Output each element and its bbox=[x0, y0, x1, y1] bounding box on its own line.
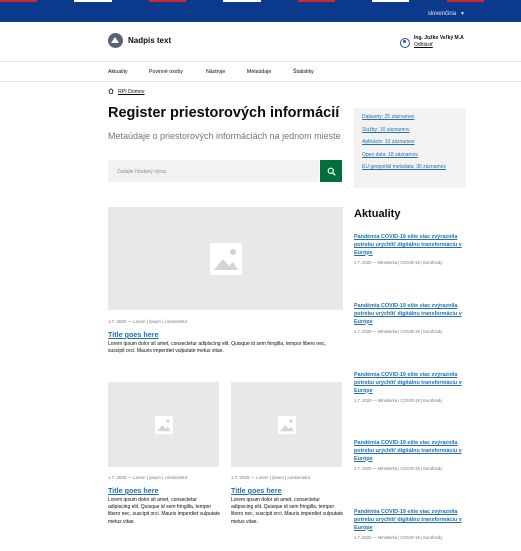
search-input[interactable] bbox=[108, 161, 319, 183]
page-title: Register priestorových informácií bbox=[108, 105, 340, 121]
search-box bbox=[108, 160, 319, 183]
site-header: Nadpis text Ing. Jožko Veľký M.A Odhlási… bbox=[0, 22, 521, 62]
news-item: Pandémia COVID-19 ešte viac zvýraznila p… bbox=[354, 372, 466, 404]
site-title[interactable]: Nadpis text bbox=[128, 36, 171, 45]
card-title-link[interactable]: Title goes here bbox=[108, 486, 159, 495]
news-meta: 1.7. 2020 — Ministerka | COVID-19 | Euro… bbox=[354, 398, 443, 404]
chevron-down-icon: ▼ bbox=[460, 11, 465, 17]
news-title-link[interactable]: Pandémia COVID-19 ešte viac zvýraznila p… bbox=[354, 303, 466, 326]
stats-link-services[interactable]: Služby: 10 záznamov bbox=[362, 127, 458, 134]
logo-triangle-icon[interactable] bbox=[108, 33, 123, 48]
stats-link-open-data[interactable]: Open data: 18 záznamov bbox=[362, 152, 458, 159]
news-title-link[interactable]: Pandémia COVID-19 ešte viac zvýraznila p… bbox=[354, 440, 466, 463]
flag-stripes bbox=[0, 0, 521, 2]
card-title-link[interactable]: Title goes here bbox=[231, 486, 282, 495]
news-item: Pandémia COVID-19 ešte viac zvýraznila p… bbox=[354, 440, 466, 472]
card-meta: 1.7. 2020 — Lorem | ipsum | consectetur bbox=[108, 475, 188, 480]
logout-link[interactable]: Odhlásiť bbox=[414, 42, 433, 48]
breadcrumb: RPI Domov bbox=[108, 88, 145, 95]
main-nav: Aktuality Povinné osoby Nástroje Metaúda… bbox=[0, 62, 521, 82]
news-heading: Aktuality bbox=[354, 208, 401, 220]
card-text: Lorem ipsum dolor sit amet, consectetur … bbox=[108, 497, 220, 525]
news-item: Pandémia COVID-19 ešte viac zvýraznila p… bbox=[354, 303, 466, 335]
image-placeholder-icon bbox=[154, 415, 173, 434]
news-meta: 1.7. 2020 — Ministerka | COVID-19 | Euro… bbox=[354, 466, 443, 472]
image-placeholder-icon bbox=[277, 415, 296, 434]
language-label: slovenčina bbox=[427, 11, 457, 17]
nav-item-nastroje[interactable]: Nástroje bbox=[206, 69, 225, 75]
news-item: Pandémia COVID-19 ešte viac zvýraznila p… bbox=[354, 234, 466, 266]
news-meta: 1.7. 2020 — Ministerka | COVID-19 | Euro… bbox=[354, 329, 443, 335]
featured-image[interactable] bbox=[108, 207, 343, 310]
nav-item-metaudaje[interactable]: Metaúdaje bbox=[247, 69, 271, 75]
news-title-link[interactable]: Pandémia COVID-19 ešte viac zvýraznila p… bbox=[354, 509, 466, 532]
card-image[interactable] bbox=[231, 382, 342, 467]
card-image[interactable] bbox=[108, 382, 219, 467]
news-meta: 1.7. 2020 — Ministerka | COVID-19 | Euro… bbox=[354, 260, 443, 266]
stats-link-datasets[interactable]: Datasety: 25 záznamov bbox=[362, 114, 458, 121]
card-meta: 1.7. 2020 — Lorem | ipsum | consectetur bbox=[231, 475, 311, 480]
featured-meta: 1.7. 2020 — Lorem | ipsum | consectetur bbox=[108, 319, 188, 324]
news-item: Pandémia COVID-19 ešte viac zvýraznila p… bbox=[354, 509, 466, 541]
user-name: Ing. Jožko Veľký M.A bbox=[414, 35, 464, 41]
stats-panel: Datasety: 25 záznamov Služby: 10 záznamo… bbox=[354, 108, 466, 188]
nav-item-aktuality[interactable]: Aktuality bbox=[108, 69, 128, 75]
image-placeholder-icon bbox=[209, 242, 242, 275]
top-bar: slovenčina ▼ bbox=[0, 0, 521, 22]
news-meta: 1.7. 2020 — Ministerka | COVID-19 | Euro… bbox=[354, 535, 443, 541]
search-button[interactable] bbox=[320, 160, 342, 182]
language-selector[interactable]: slovenčina ▼ bbox=[428, 11, 465, 17]
stats-link-applications[interactable]: Aplikácie: 10 záznamov bbox=[362, 139, 458, 146]
nav-item-statistiky[interactable]: Štatistiky bbox=[293, 69, 314, 75]
home-icon bbox=[108, 88, 114, 94]
breadcrumb-home-link[interactable]: RPI Domov bbox=[118, 89, 145, 95]
search-icon bbox=[327, 167, 336, 176]
news-title-link[interactable]: Pandémia COVID-19 ešte viac zvýraznila p… bbox=[354, 372, 466, 395]
featured-title-link[interactable]: Title goes here bbox=[108, 330, 159, 339]
nav-item-povinne-osoby[interactable]: Povinné osoby bbox=[149, 69, 183, 75]
card-text: Lorem ipsum dolor sit amet, consectetur … bbox=[231, 497, 343, 525]
news-title-link[interactable]: Pandémia COVID-19 ešte viac zvýraznila p… bbox=[354, 234, 466, 257]
featured-text: Lorem ipsum dolor sit amet, consectetur … bbox=[108, 341, 326, 355]
user-icon bbox=[400, 38, 410, 48]
page-subtitle: Metaúdaje o priestorových informáciách n… bbox=[108, 131, 341, 141]
stats-link-eu-geoportal[interactable]: EU geoportál metadata: 30 záznamov bbox=[362, 164, 458, 171]
